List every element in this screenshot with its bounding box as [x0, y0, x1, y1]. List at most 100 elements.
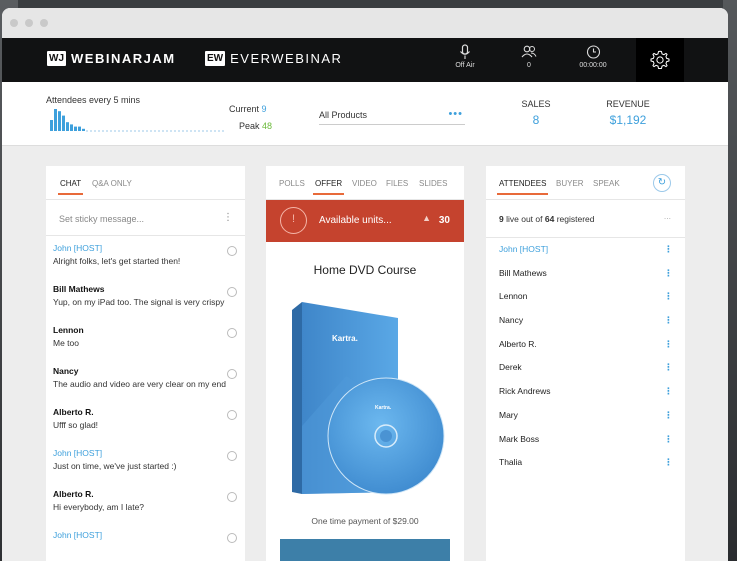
available-units-label: Available units...	[319, 215, 392, 226]
chat-author[interactable]: Nancy	[53, 366, 238, 376]
products-select[interactable]: All Products •••	[319, 108, 465, 125]
attendee-row[interactable]: Thalia ⋮	[486, 451, 685, 475]
attendee-options-icon[interactable]: ⋮	[664, 362, 673, 373]
attendee-options-icon[interactable]: ⋮	[664, 244, 673, 255]
chat-select-radio[interactable]	[227, 246, 237, 256]
attendee-row[interactable]: Lennon ⋮	[486, 285, 685, 309]
attendee-list: John [HOST] ⋮ Bill Mathews ⋮ Lennon ⋮ Nancy…	[486, 238, 685, 475]
revenue-label: REVENUE	[606, 99, 650, 109]
chat-select-radio[interactable]	[227, 328, 237, 338]
available-units-count[interactable]: 30	[439, 215, 450, 226]
window-minimize-dot[interactable]	[25, 19, 33, 27]
attendee-row[interactable]: John [HOST] ⋮	[486, 238, 685, 262]
peak-label: Peak	[239, 121, 260, 131]
offer-tabs: POLLS OFFER VIDEO FILES SLIDES	[266, 166, 464, 200]
chat-author[interactable]: Alberto R.	[53, 407, 238, 417]
attendees-panel: ATTENDEES BUYER SPEAK ↻ 9 live out of 64…	[486, 166, 685, 561]
sticky-options-icon[interactable]: ⋮	[223, 212, 233, 223]
chat-select-radio[interactable]	[227, 492, 237, 502]
registered-text: registered	[556, 214, 595, 224]
attendee-row[interactable]: Alberto R. ⋮	[486, 333, 685, 357]
chat-message: John [HOST] Alright folks, let's get sta…	[46, 236, 245, 277]
sparkline-bar	[54, 109, 57, 131]
chat-select-radio[interactable]	[227, 451, 237, 461]
chat-select-radio[interactable]	[227, 410, 237, 420]
live-count: 9	[499, 214, 504, 224]
chat-text: Just on time, we've just started :)	[53, 461, 177, 471]
chat-select-radio[interactable]	[227, 533, 237, 543]
tab-qa-only[interactable]: Q&A ONLY	[92, 179, 132, 188]
chat-author[interactable]: John [HOST]	[53, 243, 238, 253]
chat-select-radio[interactable]	[227, 369, 237, 379]
attendee-name: John [HOST]	[499, 244, 549, 254]
dvd-product-image: Kartra. Kartra.	[292, 302, 445, 495]
attendee-row[interactable]: Mary ⋮	[486, 404, 685, 428]
attendee-options-icon[interactable]: ⋮	[664, 386, 673, 397]
attendee-options-icon[interactable]: ⋮	[664, 291, 673, 302]
attendee-row[interactable]: Derek ⋮	[486, 356, 685, 380]
summary-more-icon[interactable]: ...	[664, 211, 671, 221]
tab-slides[interactable]: SLIDES	[419, 179, 447, 188]
webinarjam-badge: WJ	[47, 51, 66, 66]
registered-count: 64	[544, 214, 555, 224]
current-stat: Current 9	[229, 104, 267, 114]
chat-author[interactable]: Alberto R.	[53, 489, 238, 499]
timer-label: 00:00:00	[579, 62, 607, 69]
sparkline-bar	[50, 120, 53, 131]
chat-message: Bill Mathews Yup, on my iPad too. The si…	[46, 277, 245, 318]
chat-select-radio[interactable]	[227, 287, 237, 297]
add-to-cart-button[interactable]	[280, 539, 450, 561]
tab-offer[interactable]: OFFER	[312, 179, 345, 195]
attendee-options-icon[interactable]: ⋮	[664, 339, 673, 350]
peak-stat: Peak 48	[239, 121, 272, 131]
tab-chat[interactable]: CHAT	[57, 179, 84, 195]
window-zoom-dot[interactable]	[40, 19, 48, 27]
attendee-options-icon[interactable]: ⋮	[664, 315, 673, 326]
everwebinar-logo[interactable]: EW EVERWEBINAR	[205, 51, 342, 66]
attendee-name: Alberto R.	[499, 338, 537, 349]
attendee-name: Bill Mathews	[499, 267, 547, 278]
attendee-row[interactable]: Nancy ⋮	[486, 309, 685, 333]
window-titlebar	[2, 8, 728, 38]
attendee-row[interactable]: Mark Boss ⋮	[486, 428, 685, 452]
tab-buyer[interactable]: BUYER	[556, 179, 584, 188]
attendee-row[interactable]: Bill Mathews ⋮	[486, 262, 685, 286]
sparkline-bar	[78, 126, 81, 131]
sparkline-bar	[58, 111, 61, 131]
attendee-options-icon[interactable]: ⋮	[664, 457, 673, 468]
chat-author[interactable]: John [HOST]	[53, 530, 238, 540]
tab-video[interactable]: VIDEO	[352, 179, 377, 188]
sales-stat: SALES 8	[514, 99, 558, 127]
attendee-options-icon[interactable]: ⋮	[664, 434, 673, 445]
mic-status-button[interactable]: Off Air	[440, 44, 490, 69]
tab-speak[interactable]: SPEAK	[593, 179, 620, 188]
settings-button[interactable]	[636, 38, 684, 82]
sparkline-bar	[62, 115, 65, 131]
chat-message: John [HOST]	[46, 523, 245, 561]
microphone-icon	[460, 44, 470, 59]
dvd-box-brand: Kartra.	[332, 334, 358, 343]
sticky-message-input[interactable]: Set sticky message... ⋮	[46, 200, 245, 236]
attendee-options-icon[interactable]: ⋮	[664, 410, 673, 421]
units-stepper-icon[interactable]: ▲	[422, 213, 431, 223]
attendee-row[interactable]: Rick Andrews ⋮	[486, 380, 685, 404]
tab-attendees[interactable]: ATTENDEES	[496, 179, 549, 195]
chat-author[interactable]: John [HOST]	[53, 448, 238, 458]
window-close-dot[interactable]	[10, 19, 18, 27]
sales-label: SALES	[521, 99, 551, 109]
sticky-message-placeholder: Set sticky message...	[59, 214, 145, 224]
chat-author[interactable]: Lennon	[53, 325, 238, 335]
chat-author[interactable]: Bill Mathews	[53, 284, 238, 294]
attendee-name: Rick Andrews	[499, 386, 551, 397]
current-value: 9	[261, 104, 267, 114]
webinarjam-logo[interactable]: WJ WEBINARJAM	[47, 51, 176, 66]
revenue-value: $1,192	[609, 113, 647, 127]
products-select-value: All Products	[319, 110, 368, 120]
products-more-icon[interactable]: •••	[448, 108, 463, 120]
users-count-button[interactable]: 0	[504, 44, 554, 69]
refresh-icon[interactable]: ↻	[653, 174, 671, 192]
everwebinar-wordmark: EVERWEBINAR	[230, 51, 343, 66]
attendee-options-icon[interactable]: ⋮	[664, 268, 673, 279]
tab-files[interactable]: FILES	[386, 179, 408, 188]
tab-polls[interactable]: POLLS	[279, 179, 305, 188]
